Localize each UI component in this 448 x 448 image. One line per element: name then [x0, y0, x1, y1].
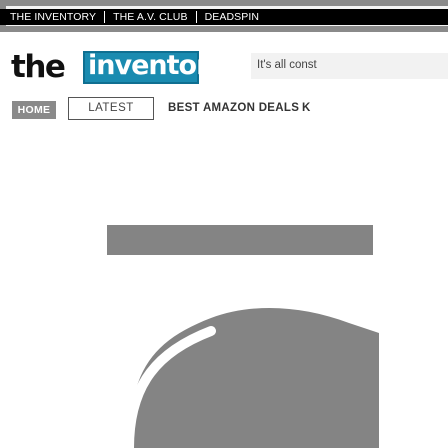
- home-button[interactable]: HOME: [12, 101, 56, 119]
- logo-prefix[interactable]: the: [11, 50, 66, 84]
- network-top-bar: THE INVENTORY THE A.V. CLUB DEADSPIN: [0, 0, 448, 32]
- tagline-box: It's all const: [251, 53, 448, 79]
- site-header: the inventory It's all const: [0, 49, 448, 89]
- nav-link-best-amazon-deals[interactable]: BEST AMAZON DEALS: [168, 97, 299, 120]
- network-link-deadspin[interactable]: DEADSPIN: [197, 9, 267, 25]
- loading-spinner-icon: [81, 263, 379, 448]
- network-link-the-av-club[interactable]: THE A.V. CLUB: [105, 9, 195, 25]
- banner-placeholder: [107, 225, 373, 255]
- main-image-placeholder: [81, 263, 379, 448]
- site-tagline: It's all const: [257, 59, 317, 71]
- network-nav: THE INVENTORY THE A.V. CLUB DEADSPIN: [0, 9, 448, 25]
- network-link-the-inventory[interactable]: THE INVENTORY: [0, 9, 104, 25]
- site-logo[interactable]: inventory: [83, 50, 226, 84]
- latest-button[interactable]: LATEST: [68, 97, 154, 120]
- nav-link-truncated[interactable]: K: [302, 97, 311, 120]
- section-nav: HOME LATEST BEST AMAZON DEALS K: [0, 97, 448, 123]
- logo-word: inventory: [88, 50, 226, 81]
